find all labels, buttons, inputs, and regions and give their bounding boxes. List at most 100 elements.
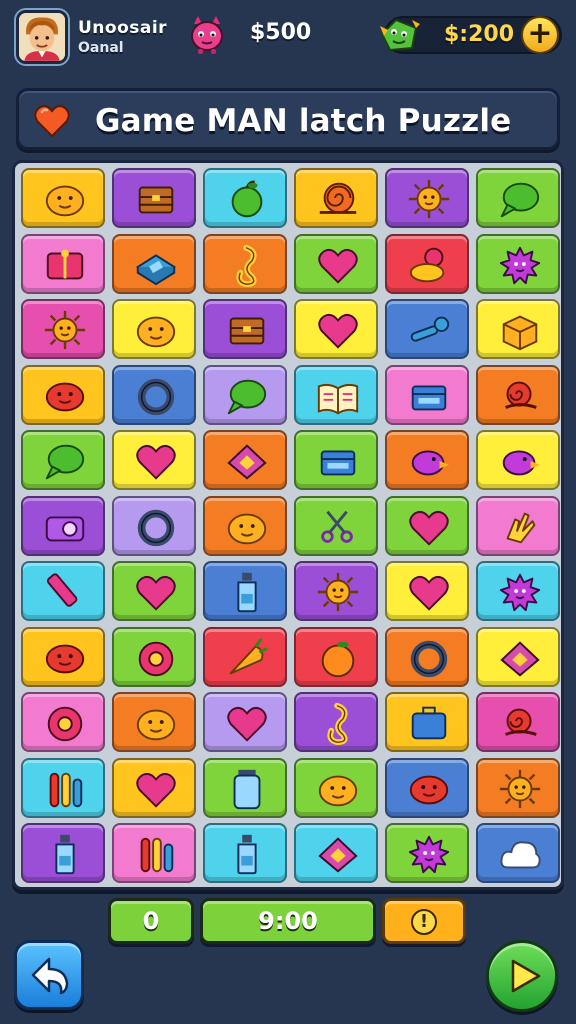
tile-r10-c3[interactable] — [203, 757, 287, 818]
tile-r8-c3[interactable] — [203, 626, 287, 687]
tile-r7-c2[interactable] — [112, 561, 196, 621]
hint-button[interactable]: ! — [382, 898, 466, 944]
red-blob-icon — [409, 775, 449, 804]
heart-icon — [318, 248, 358, 284]
tile-r5-c4[interactable] — [294, 430, 378, 490]
tile-r1-c1[interactable] — [21, 168, 105, 228]
tile-r5-c5[interactable] — [385, 430, 469, 490]
tile-r5-c2[interactable] — [112, 430, 196, 490]
add-currency-button[interactable]: + — [521, 16, 559, 54]
ring-icon — [137, 509, 175, 546]
tile-r2-c4[interactable] — [294, 233, 378, 294]
timer-display: 9:00 — [200, 898, 376, 944]
tile-r5-c6[interactable] — [476, 430, 560, 490]
scissors-icon — [321, 510, 353, 543]
tile-r2-c5[interactable] — [385, 233, 469, 294]
tile-r10-c4[interactable] — [294, 757, 378, 818]
spiky-monster-icon — [499, 246, 541, 284]
speech-bubble-icon — [45, 444, 85, 480]
box-icon — [502, 315, 538, 351]
tile-r8-c4[interactable] — [294, 626, 378, 687]
tile-r6-c2[interactable] — [112, 495, 196, 556]
tile-r10-c2[interactable] — [112, 757, 196, 818]
tile-r10-c1[interactable] — [21, 757, 105, 818]
tile-r6-c5[interactable] — [385, 495, 469, 556]
tile-r2-c3[interactable] — [203, 233, 287, 294]
tile-r10-c5[interactable] — [385, 757, 469, 818]
tile-r3-c1[interactable] — [21, 299, 105, 359]
tile-r11-c1[interactable] — [21, 823, 105, 883]
tile-r8-c6[interactable] — [476, 626, 560, 687]
tile-r8-c1[interactable] — [21, 626, 105, 687]
tile-r7-c3[interactable] — [203, 561, 287, 621]
tile-r6-c3[interactable] — [203, 495, 287, 556]
heart-icon — [409, 575, 449, 611]
tile-r1-c3[interactable] — [203, 168, 287, 228]
spiky-monster-icon — [408, 835, 450, 874]
tile-r10-c6[interactable] — [476, 757, 560, 818]
heart-icon — [318, 313, 358, 349]
green-apple-icon — [231, 180, 263, 218]
tile-r7-c4[interactable] — [294, 561, 378, 621]
tile-r9-c1[interactable] — [21, 692, 105, 752]
tile-r8-c5[interactable] — [385, 626, 469, 687]
tile-r4-c3[interactable] — [203, 364, 287, 425]
tile-r2-c6[interactable] — [476, 233, 560, 294]
tile-r1-c4[interactable] — [294, 168, 378, 228]
tile-r8-c2[interactable] — [112, 626, 196, 687]
tile-r3-c6[interactable] — [476, 299, 560, 359]
tile-r1-c5[interactable] — [385, 168, 469, 228]
tile-r1-c6[interactable] — [476, 168, 560, 228]
speech-bubble-icon — [227, 379, 267, 414]
tile-r9-c4[interactable] — [294, 692, 378, 752]
key-icon — [410, 316, 450, 342]
tile-r9-c5[interactable] — [385, 692, 469, 752]
tile-r3-c3[interactable] — [203, 299, 287, 359]
tile-r5-c1[interactable] — [21, 430, 105, 490]
tile-r4-c4[interactable] — [294, 364, 378, 425]
sun-face-icon — [317, 572, 359, 612]
tile-r11-c5[interactable] — [385, 823, 469, 883]
tile-r11-c2[interactable] — [112, 823, 196, 883]
tile-r4-c5[interactable] — [385, 364, 469, 425]
spiky-monster-icon — [499, 573, 541, 612]
orange-fruit-icon — [321, 641, 355, 677]
tile-r9-c3[interactable] — [203, 692, 287, 752]
tile-r11-c3[interactable] — [203, 823, 287, 883]
tile-r6-c6[interactable] — [476, 495, 560, 556]
tile-r4-c2[interactable] — [112, 364, 196, 425]
avatar[interactable] — [16, 10, 68, 64]
tile-r9-c6[interactable] — [476, 692, 560, 752]
tile-r6-c4[interactable] — [294, 495, 378, 556]
tile-r2-c1[interactable] — [21, 233, 105, 294]
hint-icon: ! — [411, 909, 437, 935]
sun-face-icon — [499, 769, 541, 808]
tile-r5-c3[interactable] — [203, 430, 287, 490]
tile-r4-c1[interactable] — [21, 364, 105, 425]
tile-r7-c1[interactable] — [21, 561, 105, 621]
tile-r3-c5[interactable] — [385, 299, 469, 359]
tile-r9-c2[interactable] — [112, 692, 196, 752]
tile-r11-c4[interactable] — [294, 823, 378, 883]
swirl-icon — [327, 702, 348, 746]
heart-icon — [136, 444, 176, 480]
tile-r7-c5[interactable] — [385, 561, 469, 621]
game-title: Game MAN latch Puzzle — [95, 103, 512, 139]
tile-r3-c2[interactable] — [112, 299, 196, 359]
jar-icon — [233, 769, 261, 809]
gems-counter: $:200 — [444, 22, 515, 47]
back-button[interactable] — [14, 940, 84, 1010]
tile-r2-c2[interactable] — [112, 233, 196, 294]
hand-icon — [506, 512, 536, 543]
blob-face-icon — [136, 709, 176, 741]
tile-r3-c4[interactable] — [294, 299, 378, 359]
open-book-icon — [317, 383, 359, 414]
score-display: 0 — [108, 898, 194, 944]
tile-r11-c6[interactable] — [476, 823, 560, 883]
tile-r1-c2[interactable] — [112, 168, 196, 228]
tile-r6-c1[interactable] — [21, 495, 105, 556]
tile-r7-c6[interactable] — [476, 561, 560, 621]
tile-r4-c6[interactable] — [476, 364, 560, 425]
play-button[interactable] — [486, 940, 558, 1012]
ring-icon — [137, 378, 175, 415]
